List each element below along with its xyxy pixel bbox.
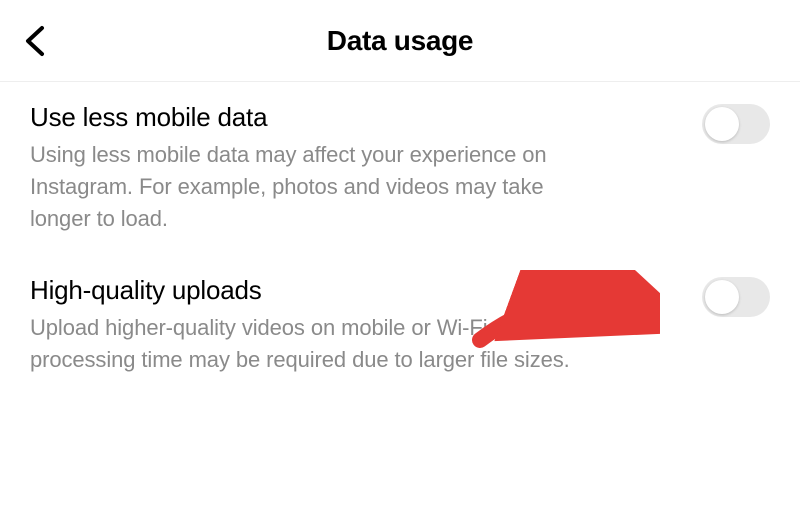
setting-text: High-quality uploads Upload higher-quali… [30,275,630,376]
setting-use-less-mobile-data: Use less mobile data Using less mobile d… [30,102,770,235]
toggle-use-less-mobile-data[interactable] [702,104,770,144]
page-title: Data usage [327,25,473,57]
header: Data usage [0,0,800,82]
settings-list: Use less mobile data Using less mobile d… [0,82,800,375]
setting-title: Use less mobile data [30,102,600,133]
toggle-high-quality-uploads[interactable] [702,277,770,317]
setting-description: Upload higher-quality videos on mobile o… [30,312,600,376]
setting-high-quality-uploads: High-quality uploads Upload higher-quali… [30,275,770,376]
toggle-knob [705,107,739,141]
toggle-knob [705,280,739,314]
chevron-left-icon [24,25,46,57]
setting-text: Use less mobile data Using less mobile d… [30,102,630,235]
setting-description: Using less mobile data may affect your e… [30,139,600,235]
back-button[interactable] [18,19,52,63]
setting-title: High-quality uploads [30,275,600,306]
